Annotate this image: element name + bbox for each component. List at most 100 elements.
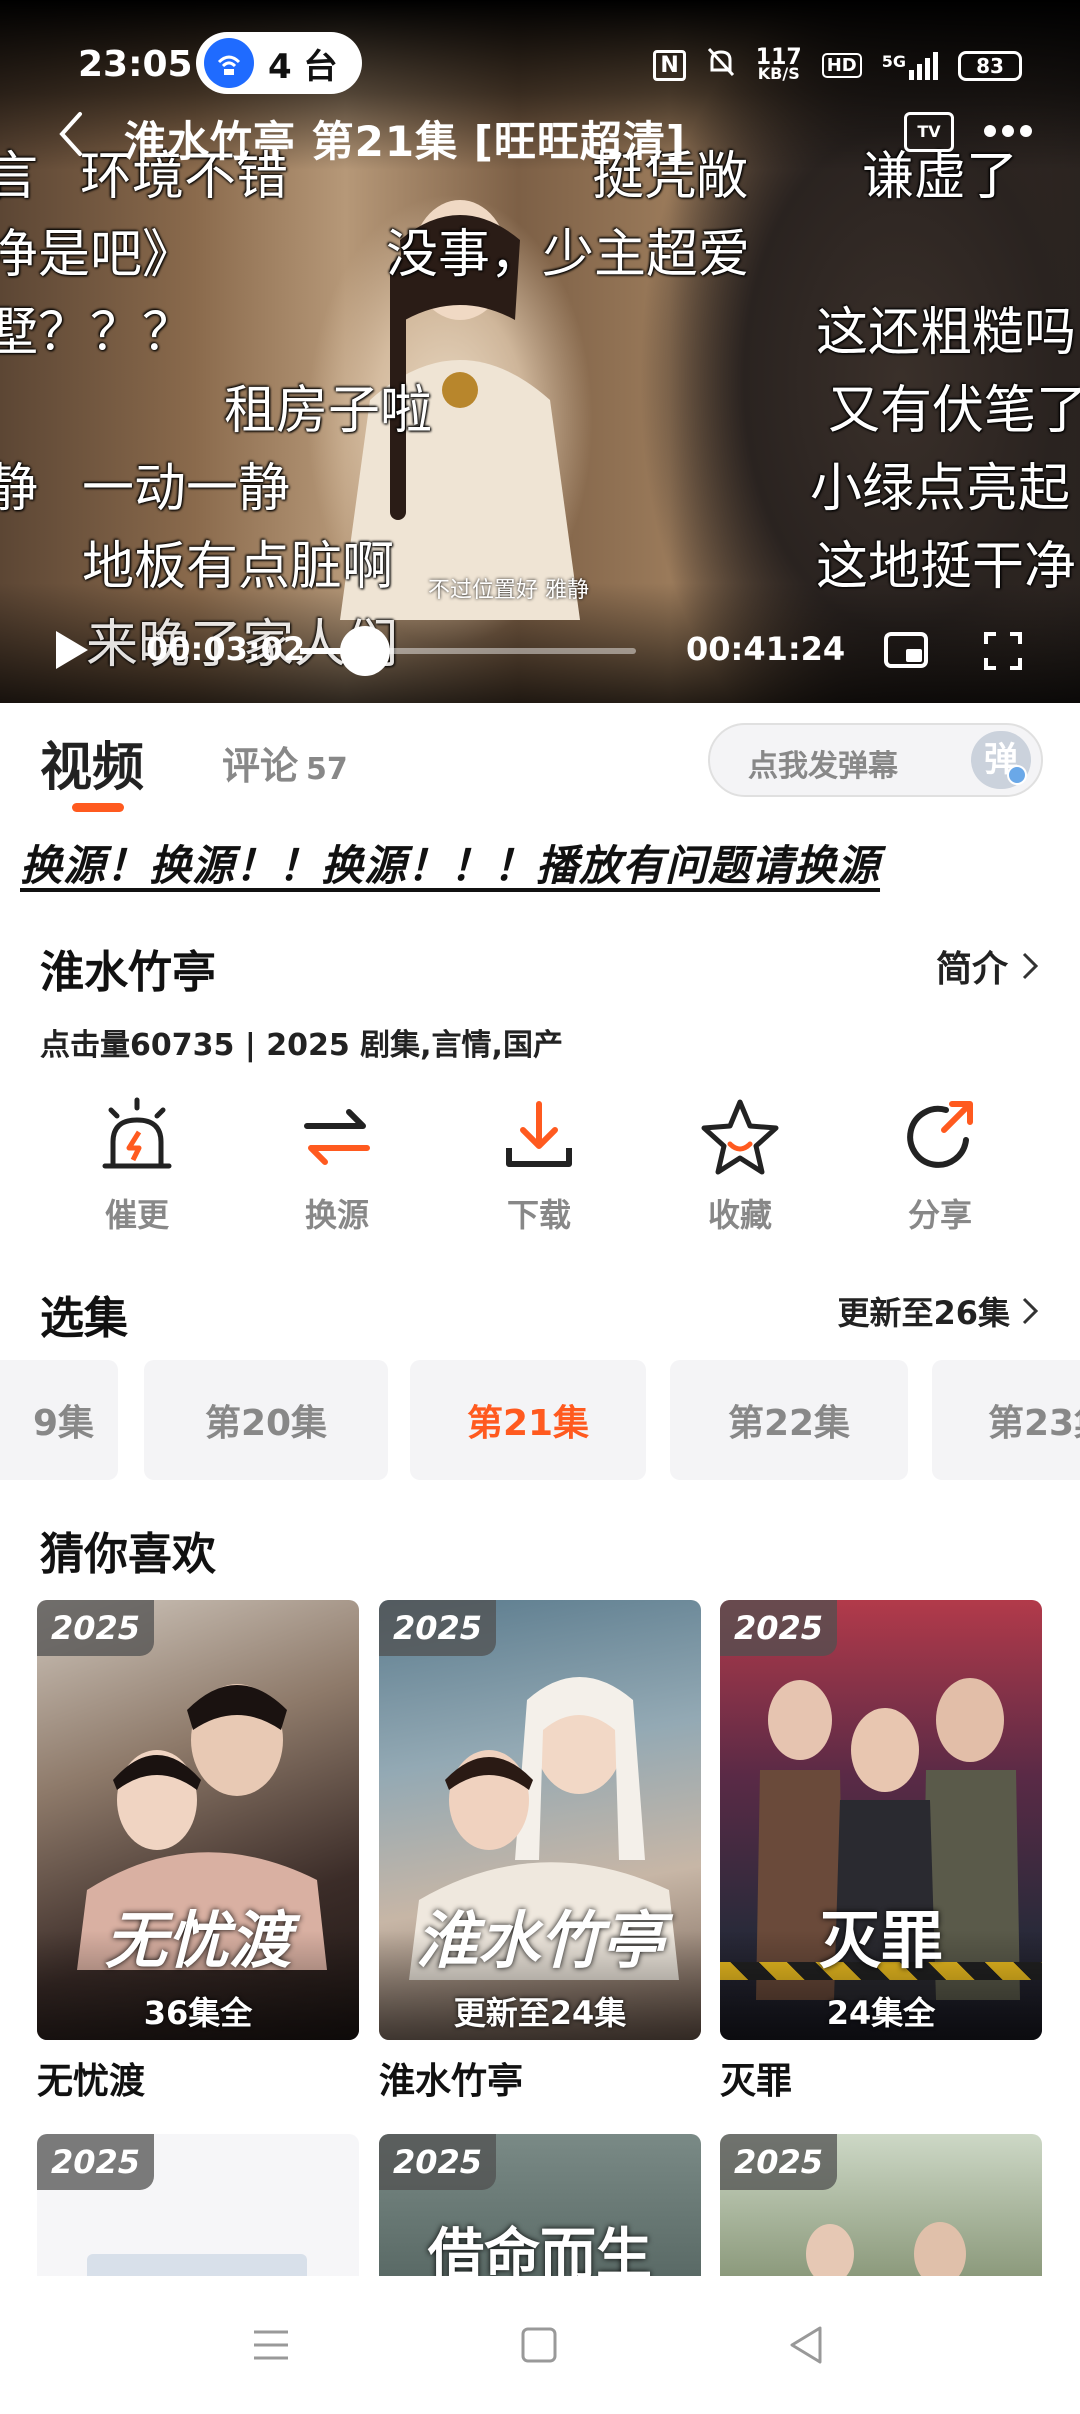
comment-count: 57 xyxy=(306,752,348,787)
back-nav-icon[interactable] xyxy=(782,2320,832,2370)
pip-button[interactable] xyxy=(884,632,928,668)
more-button[interactable] xyxy=(980,106,1036,156)
back-button[interactable] xyxy=(52,106,92,166)
poster-title-art: 淮水竹亭 xyxy=(415,1904,664,1977)
show-title: 淮水竹亭 xyxy=(40,947,216,998)
poster-title-art: 借命而生 xyxy=(428,2223,652,2276)
recommend-card[interactable]: 灭罪 2025 24集全 灭罪 xyxy=(720,1600,1042,2104)
cast-pill[interactable]: 4 台 xyxy=(196,32,362,94)
tab-indicator xyxy=(72,803,124,812)
tv-cast-button[interactable]: TV xyxy=(904,112,954,152)
year-badge: 2025 xyxy=(720,1600,838,1656)
action-favorite[interactable]: 收藏 xyxy=(660,1096,820,1236)
play-button[interactable] xyxy=(52,628,92,672)
video-player[interactable]: 23:05 4 台 N 117 KB/S HD 5G 83 言 环境不错 挺凭敞… xyxy=(0,0,1080,703)
action-download[interactable]: 下载 xyxy=(459,1096,619,1236)
star-icon xyxy=(701,1099,779,1175)
action-bar: 催更 换源 下载 收藏 分享 xyxy=(0,1096,1080,1246)
switch-source-icon xyxy=(304,1109,370,1165)
episode-status: 更新至24集 xyxy=(453,1994,627,2032)
danmu-item: 这还粗糙吗 xyxy=(816,303,1077,363)
recommend-card[interactable]: 借命而生 2025 xyxy=(379,2134,701,2276)
tab-video[interactable]: 视频 xyxy=(40,725,144,800)
poster-image: 灭罪 2025 24集全 xyxy=(720,1600,1042,2040)
app-root: 23:05 4 台 N 117 KB/S HD 5G 83 言 环境不错 挺凭敞… xyxy=(0,0,1080,2414)
recommend-card[interactable]: 2025 xyxy=(37,2134,359,2276)
player-title-bar: 淮水竹亭 第21集 [旺旺超清] TV xyxy=(0,106,1080,166)
player-controls: 00:03:02 00:41:24 xyxy=(0,610,1080,690)
chevron-right-icon xyxy=(1022,1297,1039,1325)
chevron-right-icon xyxy=(1022,952,1039,980)
tab-comments[interactable]: 评论 57 xyxy=(222,735,348,790)
alarm-icon xyxy=(102,1097,172,1169)
progress-handle[interactable] xyxy=(339,626,390,676)
video-title: 淮水竹亭 第21集 [旺旺超清] xyxy=(124,117,687,166)
intro-link[interactable]: 简介 xyxy=(936,940,1040,992)
year-badge: 2025 xyxy=(37,1600,155,1656)
episode-status: 36集全 xyxy=(143,1994,253,2032)
danmu-item: 又有伏笔了 xyxy=(828,381,1080,441)
mute-icon xyxy=(706,46,736,85)
download-icon xyxy=(506,1101,572,1167)
action-share[interactable]: 分享 xyxy=(860,1096,1020,1236)
danmu-item: 墅？？？ xyxy=(0,303,195,363)
episode-chip-selected[interactable]: 第21集 xyxy=(410,1360,646,1480)
year-badge: 2025 xyxy=(37,2134,155,2190)
check-icon xyxy=(1007,765,1027,785)
year-badge: 2025 xyxy=(379,1600,497,1656)
card-title: 淮水竹亭 xyxy=(379,2061,524,2102)
system-nav-bar xyxy=(0,2278,1080,2414)
cast-icon xyxy=(204,38,254,88)
battery-icon: 83 xyxy=(958,50,1022,81)
show-meta: 点击量60735 | 2025 剧集,言情,国产 xyxy=(40,1028,563,1063)
poster-title-art: 无忧渡 xyxy=(104,1904,291,1977)
recommend-card[interactable]: 2025 xyxy=(720,2134,1042,2276)
home-icon[interactable] xyxy=(514,2320,564,2370)
recommend-card[interactable]: 无忧渡 2025 36集全 无忧渡 xyxy=(37,1600,359,2104)
status-icons: N 117 KB/S HD 5G 83 xyxy=(653,46,1022,85)
year-badge: 2025 xyxy=(720,2134,838,2190)
net-speed: 117 KB/S xyxy=(755,44,802,83)
danmu-item: 净是吧》 xyxy=(0,225,195,285)
status-bar: 23:05 4 台 N 117 KB/S HD 5G 83 xyxy=(0,0,1080,120)
card-title: 无忧渡 xyxy=(37,2061,146,2102)
recommend-card[interactable]: 淮水竹亭 2025 更新至24集 淮水竹亭 xyxy=(379,1600,701,2104)
action-urge[interactable]: 催更 xyxy=(57,1096,217,1236)
poster-image: 无忧渡 2025 36集全 xyxy=(37,1600,359,2040)
total-time: 00:41:24 xyxy=(686,630,846,668)
cast-count: 4 台 xyxy=(268,46,338,87)
hd-icon: HD xyxy=(821,53,862,78)
episodes-all-link[interactable]: 更新至26集 xyxy=(837,1288,1040,1334)
fullscreen-button[interactable] xyxy=(984,632,1022,670)
card-title: 灭罪 xyxy=(720,2061,793,2102)
danmu-item: 租房子啦 xyxy=(224,381,433,441)
episodes-heading: 选集 xyxy=(40,1293,128,1344)
episode-chip[interactable]: 第20集 xyxy=(144,1360,388,1480)
current-time: 00:03:02 xyxy=(146,630,306,668)
danmu-item: 地板有点脏啊 xyxy=(82,537,395,597)
danmu-item: 一动一静 xyxy=(82,459,291,519)
nfc-icon: N xyxy=(653,50,686,81)
episode-chip[interactable]: 第22集 xyxy=(670,1360,908,1480)
danmu-placeholder: 点我发弹幕 xyxy=(748,749,898,784)
episode-list[interactable]: 9集 第20集 第21集 第22集 第23集 xyxy=(0,1360,1080,1480)
episode-status: 24集全 xyxy=(826,1994,936,2032)
episode-chip[interactable]: 9集 xyxy=(0,1360,118,1480)
more-dots-icon xyxy=(984,125,1032,137)
poster-image: 淮水竹亭 2025 更新至24集 xyxy=(379,1600,701,2040)
danmu-input[interactable]: 点我发弹幕 弹 xyxy=(708,723,1043,797)
signal-icon: 5G xyxy=(882,51,938,80)
recommend-heading: 猜你喜欢 xyxy=(40,1529,216,1580)
progress-track[interactable] xyxy=(366,648,636,654)
danmu-item: 没事，少主超爱 xyxy=(386,225,751,285)
episode-chip[interactable]: 第23集 xyxy=(932,1360,1080,1480)
share-icon xyxy=(907,1101,973,1168)
danmu-item: 静 xyxy=(0,459,39,519)
action-switch-source[interactable]: 换源 xyxy=(257,1096,417,1236)
chevron-left-icon xyxy=(59,112,82,156)
source-notice: 换源！换源！！换源！！！播放有问题请换源 xyxy=(20,841,881,890)
menu-icon[interactable] xyxy=(246,2320,296,2370)
year-badge: 2025 xyxy=(379,2134,497,2190)
video-subtitle: 不过位置好 雅静 xyxy=(428,578,589,603)
detail-tabs: 视频 评论 57 点我发弹幕 弹 xyxy=(0,703,1080,823)
